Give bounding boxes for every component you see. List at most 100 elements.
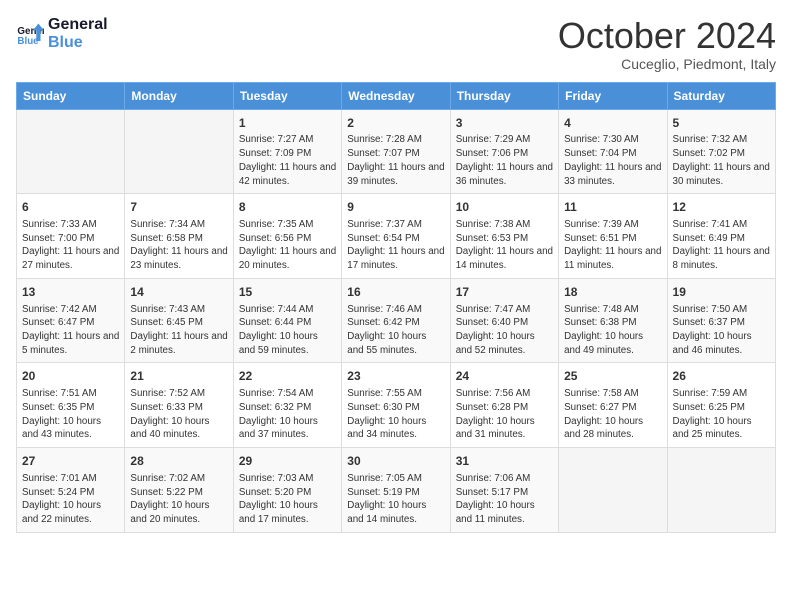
logo-general: General xyxy=(48,16,108,34)
day-cell xyxy=(559,448,667,533)
header-sunday: Sunday xyxy=(17,82,125,109)
day-cell: 6 Sunrise: 7:33 AMSunset: 7:00 PMDaylight… xyxy=(17,194,125,279)
day-number: 21 xyxy=(130,368,227,385)
day-cell: 4Sunrise: 7:30 AMSunset: 7:04 PMDaylight… xyxy=(559,109,667,194)
day-info: Sunrise: 7:03 AMSunset: 5:20 PMDaylight:… xyxy=(239,472,336,527)
day-info: Sunrise: 7:54 AMSunset: 6:32 PMDaylight:… xyxy=(239,387,336,442)
day-info: Sunrise: 7:34 AMSunset: 6:58 PMDaylight:… xyxy=(130,218,227,273)
day-number: 27 xyxy=(22,453,119,470)
day-info: Sunrise: 7:41 AMSunset: 6:49 PMDaylight:… xyxy=(673,218,770,273)
day-info: Sunrise: 7:50 AMSunset: 6:37 PMDaylight:… xyxy=(673,303,770,358)
day-number: 25 xyxy=(564,368,661,385)
week-row-5: 27 Sunrise: 7:01 AMSunset: 5:24 PMDayligh… xyxy=(17,448,776,533)
day-cell: 22 Sunrise: 7:54 AMSunset: 6:32 PMDayligh… xyxy=(233,363,341,448)
header-tuesday: Tuesday xyxy=(233,82,341,109)
day-cell: 24Sunrise: 7:56 AMSunset: 6:28 PMDayligh… xyxy=(450,363,558,448)
day-info: Sunrise: 7:58 AMSunset: 6:27 PMDaylight:… xyxy=(564,387,661,442)
day-number: 29 xyxy=(239,453,336,470)
day-number: 7 xyxy=(130,199,227,216)
day-number: 9 xyxy=(347,199,444,216)
day-number: 2 xyxy=(347,115,444,132)
svg-text:Blue: Blue xyxy=(17,35,39,46)
day-cell: 19Sunrise: 7:50 AMSunset: 6:37 PMDayligh… xyxy=(667,278,775,363)
logo-blue: Blue xyxy=(48,34,108,52)
day-number: 17 xyxy=(456,284,553,301)
day-number: 3 xyxy=(456,115,553,132)
day-info: Sunrise: 7:29 AMSunset: 7:06 PMDaylight:… xyxy=(456,133,553,188)
day-info: Sunrise: 7:44 AMSunset: 6:44 PMDaylight:… xyxy=(239,303,336,358)
day-cell: 18Sunrise: 7:48 AMSunset: 6:38 PMDayligh… xyxy=(559,278,667,363)
day-number: 20 xyxy=(22,368,119,385)
day-cell: 23Sunrise: 7:55 AMSunset: 6:30 PMDayligh… xyxy=(342,363,450,448)
day-number: 6 xyxy=(22,199,119,216)
header-thursday: Thursday xyxy=(450,82,558,109)
day-cell: 15 Sunrise: 7:44 AMSunset: 6:44 PMDayligh… xyxy=(233,278,341,363)
header-monday: Monday xyxy=(125,82,233,109)
day-cell: 8 Sunrise: 7:35 AMSunset: 6:56 PMDaylight… xyxy=(233,194,341,279)
day-cell xyxy=(667,448,775,533)
day-info: Sunrise: 7:33 AMSunset: 7:00 PMDaylight:… xyxy=(22,218,119,273)
day-cell: 29 Sunrise: 7:03 AMSunset: 5:20 PMDayligh… xyxy=(233,448,341,533)
day-cell: 12Sunrise: 7:41 AMSunset: 6:49 PMDayligh… xyxy=(667,194,775,279)
day-cell: 14Sunrise: 7:43 AMSunset: 6:45 PMDayligh… xyxy=(125,278,233,363)
day-info: Sunrise: 7:28 AMSunset: 7:07 PMDaylight:… xyxy=(347,133,444,188)
day-number: 15 xyxy=(239,284,336,301)
day-cell: 20 Sunrise: 7:51 AMSunset: 6:35 PMDayligh… xyxy=(17,363,125,448)
day-cell: 16 Sunrise: 7:46 AMSunset: 6:42 PMDayligh… xyxy=(342,278,450,363)
day-info: Sunrise: 7:27 AMSunset: 7:09 PMDaylight:… xyxy=(239,133,336,188)
day-cell: 30 Sunrise: 7:05 AMSunset: 5:19 PMDayligh… xyxy=(342,448,450,533)
week-row-3: 13 Sunrise: 7:42 AMSunset: 6:47 PMDayligh… xyxy=(17,278,776,363)
logo: General Blue General Blue xyxy=(16,16,108,51)
day-cell: 13 Sunrise: 7:42 AMSunset: 6:47 PMDayligh… xyxy=(17,278,125,363)
day-cell: 5Sunrise: 7:32 AMSunset: 7:02 PMDaylight… xyxy=(667,109,775,194)
day-number: 8 xyxy=(239,199,336,216)
day-cell: 17 Sunrise: 7:47 AMSunset: 6:40 PMDayligh… xyxy=(450,278,558,363)
page-header: General Blue General Blue October 2024 C… xyxy=(16,16,776,72)
week-row-4: 20 Sunrise: 7:51 AMSunset: 6:35 PMDayligh… xyxy=(17,363,776,448)
calendar-header-row: SundayMondayTuesdayWednesdayThursdayFrid… xyxy=(17,82,776,109)
day-number: 18 xyxy=(564,284,661,301)
day-cell: 26 Sunrise: 7:59 AMSunset: 6:25 PMDayligh… xyxy=(667,363,775,448)
day-info: Sunrise: 7:02 AMSunset: 5:22 PMDaylight:… xyxy=(130,472,227,527)
day-info: Sunrise: 7:46 AMSunset: 6:42 PMDaylight:… xyxy=(347,303,444,358)
day-info: Sunrise: 7:43 AMSunset: 6:45 PMDaylight:… xyxy=(130,303,227,358)
day-number: 10 xyxy=(456,199,553,216)
day-info: Sunrise: 7:47 AMSunset: 6:40 PMDaylight:… xyxy=(456,303,553,358)
day-info: Sunrise: 7:42 AMSunset: 6:47 PMDaylight:… xyxy=(22,303,119,358)
day-info: Sunrise: 7:06 AMSunset: 5:17 PMDaylight:… xyxy=(456,472,553,527)
day-cell: 31 Sunrise: 7:06 AMSunset: 5:17 PMDayligh… xyxy=(450,448,558,533)
day-info: Sunrise: 7:35 AMSunset: 6:56 PMDaylight:… xyxy=(239,218,336,273)
day-number: 31 xyxy=(456,453,553,470)
day-cell: 11Sunrise: 7:39 AMSunset: 6:51 PMDayligh… xyxy=(559,194,667,279)
calendar-subtitle: Cuceglio, Piedmont, Italy xyxy=(558,56,776,72)
day-number: 22 xyxy=(239,368,336,385)
day-info: Sunrise: 7:05 AMSunset: 5:19 PMDaylight:… xyxy=(347,472,444,527)
day-number: 11 xyxy=(564,199,661,216)
day-cell: 28 Sunrise: 7:02 AMSunset: 5:22 PMDayligh… xyxy=(125,448,233,533)
day-info: Sunrise: 7:59 AMSunset: 6:25 PMDaylight:… xyxy=(673,387,770,442)
day-number: 13 xyxy=(22,284,119,301)
day-number: 23 xyxy=(347,368,444,385)
day-number: 4 xyxy=(564,115,661,132)
day-cell: 7 Sunrise: 7:34 AMSunset: 6:58 PMDaylight… xyxy=(125,194,233,279)
logo-icon: General Blue xyxy=(16,20,44,48)
day-cell: 2Sunrise: 7:28 AMSunset: 7:07 PMDaylight… xyxy=(342,109,450,194)
day-number: 16 xyxy=(347,284,444,301)
day-info: Sunrise: 7:37 AMSunset: 6:54 PMDaylight:… xyxy=(347,218,444,273)
day-info: Sunrise: 7:01 AMSunset: 5:24 PMDaylight:… xyxy=(22,472,119,527)
day-number: 26 xyxy=(673,368,770,385)
header-saturday: Saturday xyxy=(667,82,775,109)
day-cell: 1Sunrise: 7:27 AMSunset: 7:09 PMDaylight… xyxy=(233,109,341,194)
day-number: 28 xyxy=(130,453,227,470)
day-cell xyxy=(17,109,125,194)
day-cell xyxy=(125,109,233,194)
day-info: Sunrise: 7:30 AMSunset: 7:04 PMDaylight:… xyxy=(564,133,661,188)
day-info: Sunrise: 7:32 AMSunset: 7:02 PMDaylight:… xyxy=(673,133,770,188)
day-number: 1 xyxy=(239,115,336,132)
day-info: Sunrise: 7:51 AMSunset: 6:35 PMDaylight:… xyxy=(22,387,119,442)
title-block: October 2024 Cuceglio, Piedmont, Italy xyxy=(558,16,776,72)
day-cell: 25 Sunrise: 7:58 AMSunset: 6:27 PMDayligh… xyxy=(559,363,667,448)
day-number: 30 xyxy=(347,453,444,470)
header-friday: Friday xyxy=(559,82,667,109)
calendar-table: SundayMondayTuesdayWednesdayThursdayFrid… xyxy=(16,82,776,533)
